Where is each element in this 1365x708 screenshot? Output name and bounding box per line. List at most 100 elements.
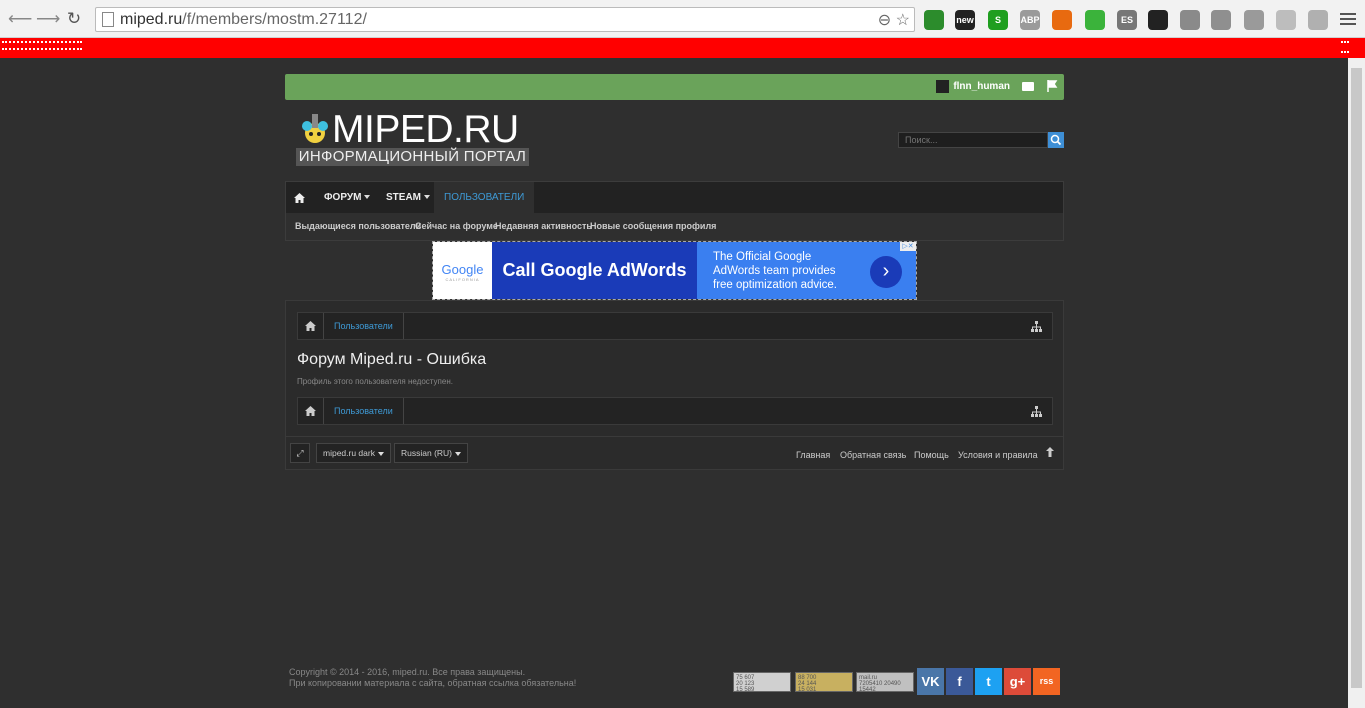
google-plus-button[interactable]: g+ [1004, 668, 1031, 695]
breadcrumb-users[interactable]: Пользователи [334, 321, 393, 331]
username: flnn_human [953, 81, 1010, 93]
scrollbar-thumb[interactable] [1351, 68, 1362, 688]
logo-text: MIPED.RU [332, 108, 519, 151]
main-content: Пользователи Форум Miped.ru - Ошибка Про… [285, 300, 1064, 470]
ad-body-text: The Official Google AdWords team provide… [713, 251, 838, 291]
gray-extension-1-icon[interactable] [1180, 10, 1200, 30]
logo-subtitle: ИНФОРМАЦИОННЫЙ ПОРТАЛ [296, 148, 529, 166]
subnav-online-now[interactable]: Сейчас на форуме [415, 221, 498, 231]
browser-menu-icon[interactable] [1340, 10, 1356, 28]
copyright-line-2: При копировании материала с сайта, обрат… [289, 678, 577, 688]
flag-icon[interactable] [1047, 80, 1058, 92]
tab-steam-label: STEAM [386, 192, 421, 203]
advertisement-banner[interactable]: Google CALIFORNIA Call Google AdWords Th… [432, 241, 917, 300]
home-tab[interactable] [294, 182, 308, 214]
vk-button[interactable]: VK [917, 668, 944, 695]
site-logo[interactable]: MIPED.RU ИНФОРМАЦИОННЫЙ ПОРТАЛ [296, 110, 529, 166]
counter-badge-1[interactable]: 75 607 20 123 15 589 [733, 672, 791, 693]
sunglasses-extension-icon[interactable] [1148, 10, 1168, 30]
reload-icon[interactable]: ↻ [64, 9, 84, 29]
url-path: /f/members/mostm.27112/ [182, 11, 367, 28]
chevron-down-icon [377, 451, 384, 456]
mascot-icon [302, 114, 328, 143]
chevron-right-icon[interactable]: › [870, 256, 902, 288]
page-icon [102, 12, 114, 27]
copyright-text: Copyright © 2014 - 2016, miped.ru. Все п… [289, 667, 576, 689]
copyright-line-1: Copyright © 2014 - 2016, miped.ru. Все п… [289, 667, 526, 677]
facebook-button[interactable]: f [946, 668, 973, 695]
style-chooser-label: miped.ru dark [323, 448, 375, 458]
browser-toolbar: ⟵ ⟶ ↻ miped.ru/f/members/mostm.27112/ ⊖ … [0, 0, 1365, 38]
search-button[interactable] [1048, 132, 1064, 148]
clover-extension-icon[interactable] [1085, 10, 1105, 30]
zoom-icon[interactable]: ⊖ [878, 12, 891, 29]
back-icon[interactable]: ⟵ [8, 9, 32, 29]
envelope-icon[interactable] [1022, 82, 1034, 91]
tab-forum-label: ФОРУМ [324, 192, 362, 203]
red-bar-marks-right [1341, 41, 1349, 53]
chevron-down-icon [455, 451, 462, 456]
avatar [936, 80, 950, 93]
breadcrumb-separator [396, 313, 404, 339]
sitemap-icon[interactable] [1031, 321, 1042, 332]
language-chooser[interactable]: Russian (RU) [394, 443, 469, 463]
language-chooser-label: Russian (RU) [401, 448, 453, 458]
ad-logo-text: Google [441, 262, 484, 277]
subnav-notable-members[interactable]: Выдающиеся пользователи [295, 221, 421, 231]
account-link[interactable]: flnn_human [936, 80, 1010, 93]
style-chooser[interactable]: miped.ru dark [316, 443, 391, 463]
tab-users[interactable]: ПОЛЬЗОВАТЕЛИ [434, 182, 535, 214]
url-text[interactable]: miped.ru/f/members/mostm.27112/ [120, 11, 367, 29]
expand-icon[interactable]: ⤢ [290, 443, 310, 463]
home-icon [294, 193, 305, 203]
breadcrumb-bottom: Пользователи [297, 397, 1053, 425]
gray-extension-2-icon[interactable] [1211, 10, 1231, 30]
home-icon [305, 321, 316, 331]
arrow-up-icon[interactable] [1046, 447, 1054, 457]
breadcrumb-users[interactable]: Пользователи [334, 406, 393, 416]
sitemap-icon[interactable] [1031, 406, 1042, 417]
mail-new-extension-icon[interactable]: new [955, 10, 975, 30]
es-extension-icon[interactable]: ES [1117, 10, 1137, 30]
address-bar-actions: ⊖ ☆ [878, 10, 910, 30]
address-bar[interactable]: miped.ru/f/members/mostm.27112/ ⊖ ☆ [95, 7, 915, 32]
footer-link-contact[interactable]: Обратная связь [840, 450, 906, 460]
home-icon [305, 406, 316, 416]
ad-choices-icon[interactable]: ▷✕ [900, 242, 916, 251]
green-s-extension-icon[interactable]: S [988, 10, 1008, 30]
visitor-panel: flnn_human [285, 74, 1064, 100]
subnav-profile-posts[interactable]: Новые сообщения профиля [590, 221, 716, 231]
counter-badge-3[interactable]: mail.ru 7205410 20490 15442 [856, 672, 914, 693]
ad-logo-sub: CALIFORNIA [445, 277, 480, 282]
breadcrumb-home[interactable] [298, 398, 324, 424]
breadcrumb-home[interactable] [298, 313, 324, 339]
subnav-recent-activity[interactable]: Недавняя активность [495, 221, 592, 231]
search-input[interactable] [898, 132, 1048, 148]
footer-link-help[interactable]: Помощь [914, 450, 949, 460]
footer-link-home[interactable]: Главная [796, 450, 830, 460]
adblock-plus-extension-icon[interactable]: ABP [1020, 10, 1040, 30]
tab-forum[interactable]: ФОРУМ [324, 182, 371, 214]
bookmark-star-icon[interactable]: ☆ [896, 12, 910, 29]
gray-extension-4-icon[interactable] [1276, 10, 1296, 30]
green-circle-extension-icon[interactable] [924, 10, 944, 30]
footer-link-terms[interactable]: Условия и правила [958, 450, 1038, 460]
chevron-down-icon [364, 195, 371, 200]
ad-headline[interactable]: Call Google AdWords [492, 242, 697, 299]
red-bar-marks [2, 41, 82, 50]
fire-extension-icon[interactable] [1052, 10, 1072, 30]
rss-button[interactable]: rss [1033, 668, 1060, 695]
page-title: Форум Miped.ru - Ошибка [297, 351, 487, 368]
counter-badge-2[interactable]: 88 700 24 144 15 031 [795, 672, 853, 693]
page-scrollbar[interactable] [1348, 58, 1365, 708]
error-message: Профиль этого пользователя недоступен. [297, 377, 453, 386]
twitter-button[interactable]: t [975, 668, 1002, 695]
gray-extension-5-icon[interactable] [1308, 10, 1328, 30]
url-host: miped.ru [120, 11, 183, 28]
ad-google-logo: Google CALIFORNIA [433, 242, 492, 299]
breadcrumb-separator [396, 398, 404, 424]
users-subnav: Выдающиеся пользователи Сейчас на форуме… [285, 213, 1064, 241]
forward-icon[interactable]: ⟶ [36, 9, 60, 29]
gray-extension-3-icon[interactable] [1244, 10, 1264, 30]
tab-steam[interactable]: STEAM [386, 182, 430, 214]
